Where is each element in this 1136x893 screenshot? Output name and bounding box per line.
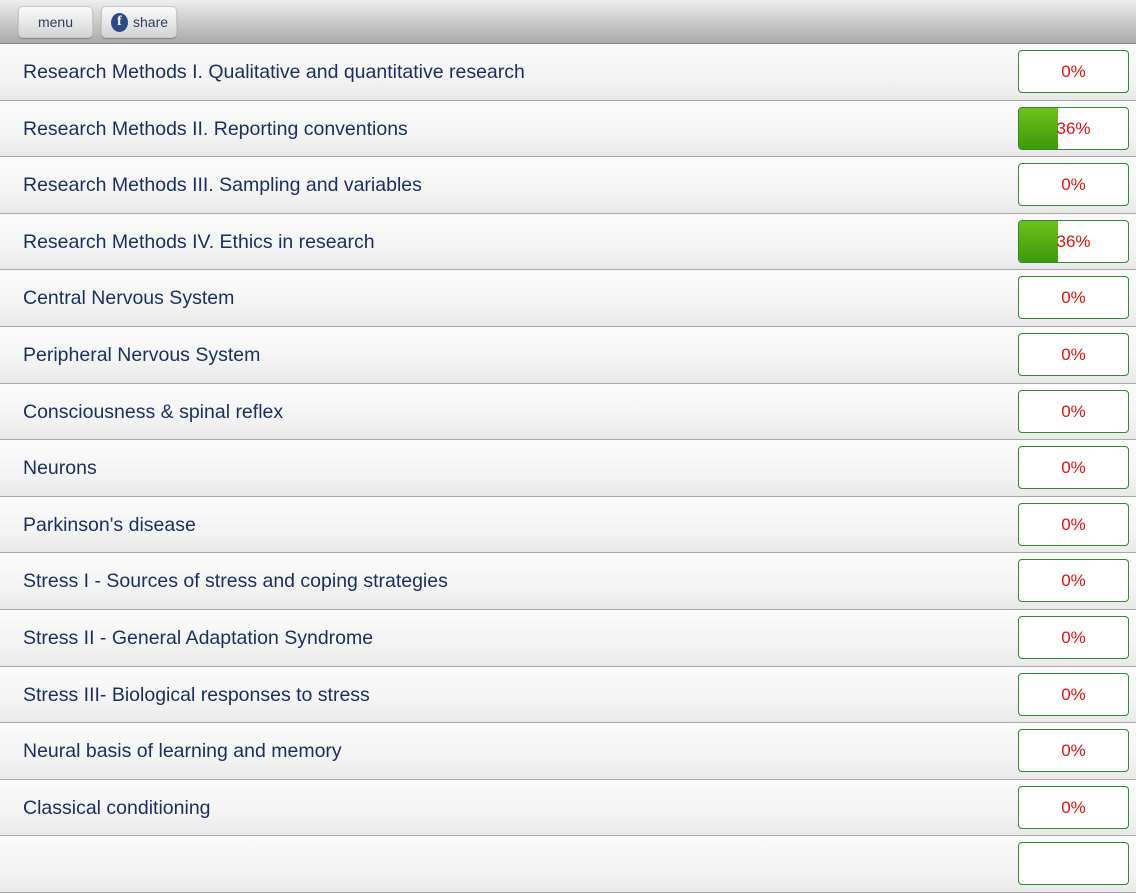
- topic-list: Research Methods I. Qualitative and quan…: [0, 44, 1136, 893]
- topic-title: Consciousness & spinal reflex: [23, 400, 284, 423]
- topic-row[interactable]: Peripheral Nervous System 0%: [0, 326, 1136, 384]
- progress-percent: 0%: [1061, 797, 1086, 817]
- menu-button-label: menu: [37, 14, 74, 30]
- progress-percent: 0%: [1061, 175, 1086, 195]
- top-toolbar: menu f share: [0, 0, 1136, 44]
- progress-percent: 0%: [1061, 288, 1086, 308]
- topic-title: Central Nervous System: [23, 287, 235, 310]
- progress-indicator: 36%: [1018, 219, 1129, 263]
- progress-percent: 0%: [1061, 741, 1086, 761]
- topic-row[interactable]: Research Methods III. Sampling and varia…: [0, 157, 1136, 214]
- topic-row[interactable]: Research Methods I. Qualitative and quan…: [0, 44, 1136, 101]
- topic-row[interactable]: Neural basis of learning and memory 0%: [0, 723, 1136, 780]
- progress-percent: 0%: [1061, 627, 1086, 647]
- progress-percent: 0%: [1061, 62, 1086, 81]
- topic-row[interactable]: Research Methods II. Reporting conventio…: [0, 100, 1136, 158]
- topic-title: Research Methods III. Sampling and varia…: [23, 174, 422, 197]
- progress-percent: 0%: [1061, 458, 1086, 478]
- topic-title: Stress III- Biological responses to stre…: [23, 683, 370, 706]
- topic-title: Neural basis of learning and memory: [23, 740, 342, 763]
- progress-indicator: 0%: [1018, 785, 1129, 829]
- progress-percent: 0%: [1061, 684, 1086, 704]
- progress-indicator: 0%: [1018, 446, 1129, 490]
- progress-indicator: 0%: [1018, 389, 1129, 433]
- topic-row[interactable]: Neurons 0%: [0, 440, 1136, 497]
- progress-indicator: [1018, 842, 1129, 886]
- progress-percent: 0%: [1061, 514, 1086, 534]
- topic-row[interactable]: Stress II - General Adaptation Syndrome 0…: [0, 609, 1136, 667]
- progress-percent: 0%: [1061, 401, 1086, 421]
- topic-row[interactable]: Stress I - Sources of stress and coping …: [0, 553, 1136, 610]
- progress-indicator: 0%: [1018, 163, 1129, 207]
- topic-title: Parkinson's disease: [23, 513, 196, 536]
- topic-row[interactable]: Parkinson's disease 0%: [0, 496, 1136, 554]
- share-button-label: share: [133, 14, 169, 30]
- topic-row[interactable]: Central Nervous System 0%: [0, 270, 1136, 327]
- progress-indicator: 36%: [1018, 106, 1129, 150]
- topic-title: Classical conditioning: [23, 796, 211, 819]
- topic-row[interactable]: [0, 836, 1136, 893]
- topic-title: Stress II - General Adaptation Syndrome: [23, 626, 374, 649]
- progress-indicator: 0%: [1018, 729, 1129, 773]
- topic-row[interactable]: Classical conditioning 0%: [0, 779, 1136, 837]
- progress-percent: 0%: [1061, 571, 1086, 591]
- progress-indicator: 0%: [1018, 615, 1129, 659]
- progress-percent: 0%: [1061, 344, 1086, 364]
- progress-percent: 36%: [1056, 231, 1091, 251]
- topic-title: Peripheral Nervous System: [23, 343, 261, 366]
- progress-percent: [1019, 843, 1128, 884]
- progress-indicator: 0%: [1018, 502, 1129, 546]
- topic-title: Stress I - Sources of stress and coping …: [23, 570, 448, 593]
- menu-button[interactable]: menu: [18, 6, 93, 38]
- topic-row[interactable]: Stress III- Biological responses to stre…: [0, 666, 1136, 724]
- topic-title: Research Methods IV. Ethics in research: [23, 230, 375, 253]
- topic-title: Research Methods II. Reporting conventio…: [23, 117, 408, 140]
- topic-row[interactable]: Consciousness & spinal reflex 0%: [0, 383, 1136, 441]
- progress-indicator: 0%: [1018, 332, 1129, 376]
- progress-percent: 36%: [1056, 118, 1091, 138]
- topic-row[interactable]: Research Methods IV. Ethics in research 3…: [0, 213, 1136, 271]
- topic-title: Neurons: [23, 457, 97, 480]
- progress-indicator: 0%: [1018, 559, 1129, 603]
- progress-indicator: 0%: [1018, 672, 1129, 716]
- facebook-icon: f: [111, 12, 128, 32]
- progress-indicator: 0%: [1018, 50, 1129, 93]
- progress-indicator: 0%: [1018, 276, 1129, 320]
- share-button[interactable]: f share: [101, 6, 177, 38]
- topic-title: Research Methods I. Qualitative and quan…: [23, 61, 525, 83]
